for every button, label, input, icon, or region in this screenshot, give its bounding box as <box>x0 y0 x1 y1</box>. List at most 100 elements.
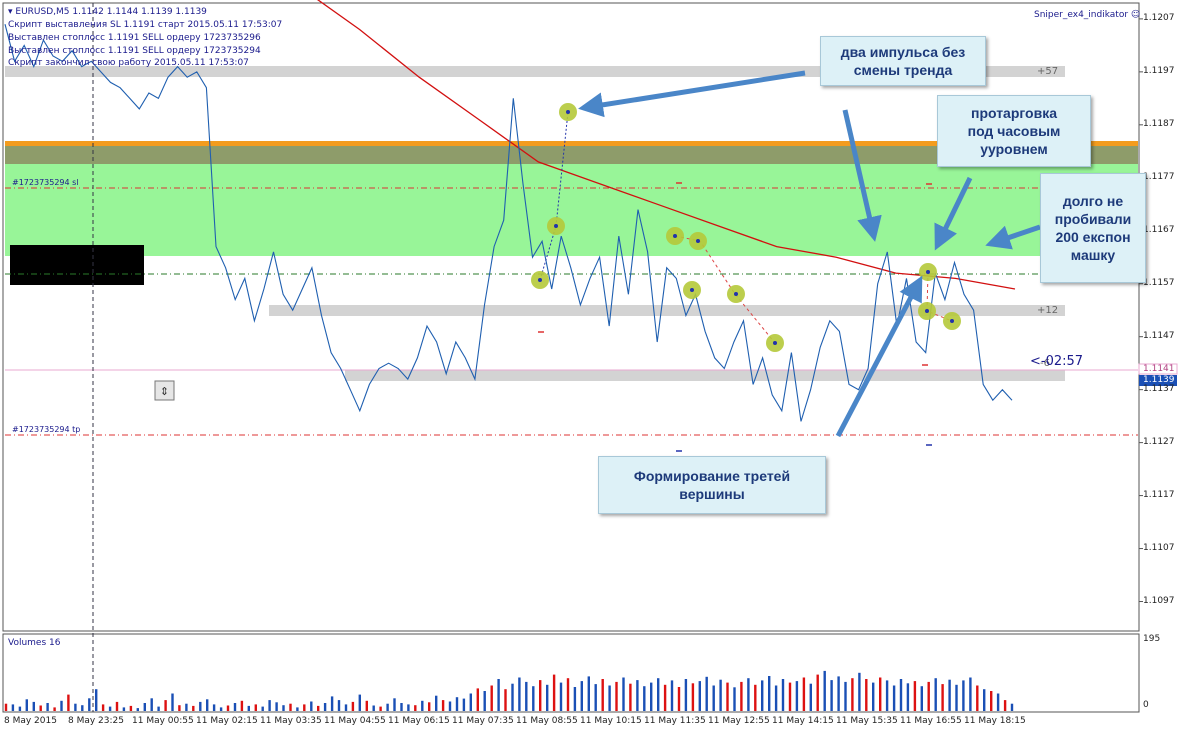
volume-bar <box>608 685 611 711</box>
volume-bar <box>504 689 507 711</box>
callout-third-top: Формирование третей вершины <box>598 456 826 514</box>
volume-bar <box>705 676 708 711</box>
volume-bar <box>580 681 583 711</box>
time-tick-label: 11 May 11:35 <box>644 716 706 726</box>
volume-bar <box>351 701 355 711</box>
volume-bar <box>976 685 979 711</box>
volume-bar <box>233 703 237 711</box>
volume-bar <box>247 705 250 711</box>
indicator-name-text: Sniper_ex4_indikator <box>1034 10 1129 20</box>
volume-bar <box>990 691 993 711</box>
volume-bar <box>650 682 653 711</box>
signal-marker-dot <box>673 234 677 238</box>
volume-bar <box>60 700 63 711</box>
callout-ema200: долго не пробивали 200 експон машку <box>1040 173 1146 283</box>
volume-bar <box>108 706 112 711</box>
volume-bar <box>837 676 840 711</box>
log-line-1: Скрипт выставления SL 1.1191 старт 2015.… <box>8 20 283 30</box>
gray-band-low <box>345 370 1065 381</box>
price-tick-label: 1.1137 <box>1143 383 1175 394</box>
time-tick-label: 11 May 03:35 <box>260 716 322 726</box>
volume-bar <box>206 699 209 711</box>
volume-bar <box>726 682 729 711</box>
volume-bar <box>657 678 660 711</box>
time-tick-label: 11 May 10:15 <box>580 716 642 726</box>
volume-bar <box>906 683 910 711</box>
volume-bar <box>677 687 681 711</box>
volume-bar <box>573 687 577 711</box>
price-tick-label: 1.1207 <box>1143 12 1175 23</box>
volume-bar <box>996 693 1000 711</box>
volume-bar <box>192 705 195 711</box>
volume-bar <box>81 705 84 711</box>
price-tick-label: 1.1107 <box>1143 542 1175 553</box>
volume-bar <box>899 679 903 711</box>
sl-order-label[interactable]: #1723735294 sl <box>12 178 79 187</box>
price-tick-label: 1.1157 <box>1143 277 1175 288</box>
volume-bar <box>511 683 514 711</box>
volume-bar <box>913 681 917 711</box>
volume-bar <box>330 696 334 711</box>
volume-bar <box>393 698 396 711</box>
volume-bar <box>317 705 320 711</box>
time-tick-label: 11 May 08:55 <box>516 716 578 726</box>
volume-bar <box>164 700 167 711</box>
volume-bar <box>53 707 56 711</box>
volume-bar <box>587 676 590 711</box>
symbol-line: ▾ EURUSD,M5 1.1142 1.1144 1.1139 1.1139 <box>8 6 207 18</box>
volume-bar <box>490 685 493 711</box>
signal-marker-dot <box>538 278 542 282</box>
volume-bar <box>546 684 549 711</box>
tp-order-label[interactable]: #1723735294 tp <box>12 425 80 434</box>
volume-bar <box>289 703 292 711</box>
volume-bar <box>435 695 438 711</box>
price-tick-label: 1.1187 <box>1143 118 1175 129</box>
volume-max-label: 195 <box>1143 634 1161 644</box>
volume-bar <box>400 703 403 711</box>
volume-min-label: 0 <box>1143 700 1149 710</box>
volume-bar <box>809 683 812 711</box>
volume-bar <box>927 681 930 711</box>
volume-bar <box>136 708 139 711</box>
volume-bar <box>18 706 22 711</box>
price-tick-label: 1.1167 <box>1143 224 1175 235</box>
volume-bar <box>448 701 452 711</box>
volume-bar <box>594 684 597 711</box>
signal-marker-dot <box>926 270 930 274</box>
volume-bar <box>865 679 868 711</box>
volume-bar <box>934 678 937 711</box>
symbol-text: EURUSD,M5 1.1142 1.1144 1.1139 1.1139 <box>15 7 207 17</box>
volume-bar <box>892 685 896 711</box>
volume-bar <box>684 679 688 711</box>
volume-bar <box>747 678 750 711</box>
log-line-3: Выставлен стоплосс 1.1191 SELL ордеру 17… <box>8 46 261 56</box>
time-tick-label: 11 May 00:55 <box>132 716 194 726</box>
volume-bar <box>150 698 153 711</box>
volume-bar <box>115 701 119 711</box>
volume-bar <box>219 707 223 711</box>
volume-bar <box>254 704 257 711</box>
time-tick-label: 11 May 16:55 <box>900 716 962 726</box>
volume-bar <box>962 680 965 711</box>
volume-bar <box>67 694 70 711</box>
time-tick-label: 11 May 02:15 <box>196 716 258 726</box>
indicator-name[interactable]: Sniper_ex4_indikator ☺ <box>1034 9 1140 21</box>
volume-bar <box>983 689 986 711</box>
band-label-mid: +12 <box>1037 305 1059 316</box>
volume-bar <box>768 676 771 711</box>
scroll-shift-glyph: ⇕ <box>160 385 169 398</box>
volume-bar <box>344 704 348 711</box>
volume-bar <box>670 680 674 711</box>
volume-bar <box>372 705 375 711</box>
volume-bar <box>851 678 854 711</box>
volume-bar <box>199 701 202 711</box>
volume-bar <box>781 679 785 711</box>
volume-bar <box>157 706 160 711</box>
volume-bar <box>532 686 535 711</box>
volume-bar <box>178 705 181 711</box>
volume-bar <box>407 704 410 711</box>
volume-bar <box>212 704 216 711</box>
volume-bar <box>774 685 778 711</box>
time-tick-label: 11 May 07:35 <box>452 716 514 726</box>
price-tick-label: 1.1197 <box>1143 65 1175 76</box>
